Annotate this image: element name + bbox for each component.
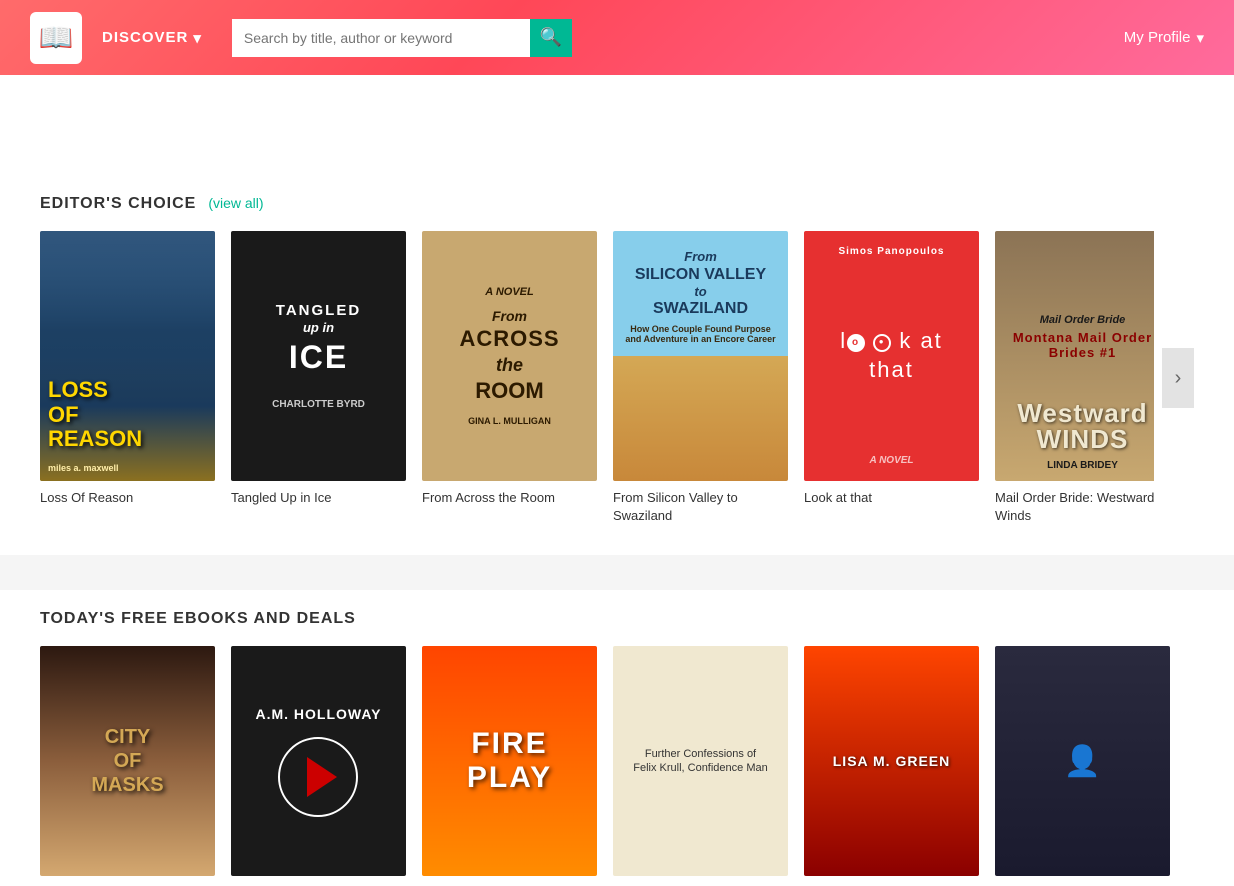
book-item[interactable]: FIREPLAY bbox=[422, 646, 597, 876]
editors-choice-carousel: LOSSOFREASON miles a. maxwell Loss Of Re… bbox=[40, 231, 1194, 525]
search-button[interactable]: 🔍 bbox=[530, 19, 572, 57]
book-item[interactable]: Simos Panopoulos lo ● k at that A NOVEL … bbox=[804, 231, 979, 525]
book-title: From Across the Room bbox=[422, 489, 597, 507]
book-item[interactable]: From SILICON VALLEY to SWAZILAND How One… bbox=[613, 231, 788, 525]
book-item[interactable]: TANGLED up in ICE CHARLOTTE BYRD Tangled… bbox=[231, 231, 406, 525]
book-cover: A NOVEL From ACROSS the ROOM GINA L. MUL… bbox=[422, 231, 597, 481]
book-title: Mail Order Bride: Westward Winds bbox=[995, 489, 1154, 525]
book-cover: CITYOFMASKS bbox=[40, 646, 215, 876]
book-title: Loss Of Reason bbox=[40, 489, 215, 507]
book-item[interactable]: LISA M. GREEN bbox=[804, 646, 979, 876]
my-profile-menu[interactable]: My Profile ▾ bbox=[1124, 29, 1204, 47]
editors-choice-title: EDITOR'S CHOICE bbox=[40, 195, 196, 213]
book-cover: FIREPLAY bbox=[422, 646, 597, 876]
book-cover: LOSSOFREASON miles a. maxwell bbox=[40, 231, 215, 481]
book-cover: TANGLED up in ICE CHARLOTTE BYRD bbox=[231, 231, 406, 481]
search-bar: 🔍 bbox=[232, 19, 572, 57]
book-cover: Further Confessions ofFelix Krull, Confi… bbox=[613, 646, 788, 876]
discover-nav[interactable]: DISCOVER ▾ bbox=[102, 29, 202, 47]
book-item[interactable]: A.M. HOLLOWAY bbox=[231, 646, 406, 876]
book-item[interactable]: LOSSOFREASON miles a. maxwell Loss Of Re… bbox=[40, 231, 215, 525]
view-all-link[interactable]: (view all) bbox=[208, 195, 263, 211]
logo[interactable]: 📖 bbox=[30, 12, 82, 64]
book-cover: A.M. HOLLOWAY bbox=[231, 646, 406, 876]
discover-label: DISCOVER bbox=[102, 29, 188, 46]
header: 📖 DISCOVER ▾ 🔍 My Profile ▾ bbox=[0, 0, 1234, 75]
book-cover: 👤 bbox=[995, 646, 1170, 876]
book-title: Tangled Up in Ice bbox=[231, 489, 406, 507]
book-item[interactable]: 👤 bbox=[995, 646, 1170, 876]
banner-area bbox=[0, 75, 1234, 175]
book-item[interactable]: Mail Order Bride Montana Mail Order Brid… bbox=[995, 231, 1154, 525]
book-item[interactable]: A NOVEL From ACROSS the ROOM GINA L. MUL… bbox=[422, 231, 597, 525]
search-input[interactable] bbox=[232, 19, 530, 57]
free-ebooks-books: CITYOFMASKS A.M. HOLLOWAY FIREPLAY bbox=[40, 646, 1194, 876]
section-gap bbox=[0, 555, 1234, 590]
editors-choice-header: EDITOR'S CHOICE (view all) bbox=[40, 195, 1194, 213]
book-cover: Mail Order Bride Montana Mail Order Brid… bbox=[995, 231, 1154, 481]
book-title: Look at that bbox=[804, 489, 979, 507]
discover-chevron: ▾ bbox=[193, 29, 202, 47]
book-title: From Silicon Valley to Swaziland bbox=[613, 489, 788, 525]
book-cover: Simos Panopoulos lo ● k at that A NOVEL bbox=[804, 231, 979, 481]
free-ebooks-title: TODAY'S FREE EBOOKS AND DEALS bbox=[40, 610, 1194, 628]
editors-choice-section: EDITOR'S CHOICE (view all) LOSSOFREASON … bbox=[0, 175, 1234, 555]
search-icon: 🔍 bbox=[540, 27, 562, 48]
logo-icon: 📖 bbox=[39, 21, 74, 55]
editors-choice-books: LOSSOFREASON miles a. maxwell Loss Of Re… bbox=[40, 231, 1154, 525]
book-cover: LISA M. GREEN bbox=[804, 646, 979, 876]
book-item[interactable]: Further Confessions ofFelix Krull, Confi… bbox=[613, 646, 788, 876]
my-profile-label: My Profile bbox=[1124, 29, 1191, 46]
profile-chevron: ▾ bbox=[1196, 29, 1204, 47]
book-item[interactable]: CITYOFMASKS bbox=[40, 646, 215, 876]
chevron-right-icon: › bbox=[1175, 367, 1182, 390]
carousel-next-button[interactable]: › bbox=[1162, 348, 1194, 408]
free-ebooks-section: TODAY'S FREE EBOOKS AND DEALS CITYOFMASK… bbox=[0, 590, 1234, 886]
book-cover: From SILICON VALLEY to SWAZILAND How One… bbox=[613, 231, 788, 481]
